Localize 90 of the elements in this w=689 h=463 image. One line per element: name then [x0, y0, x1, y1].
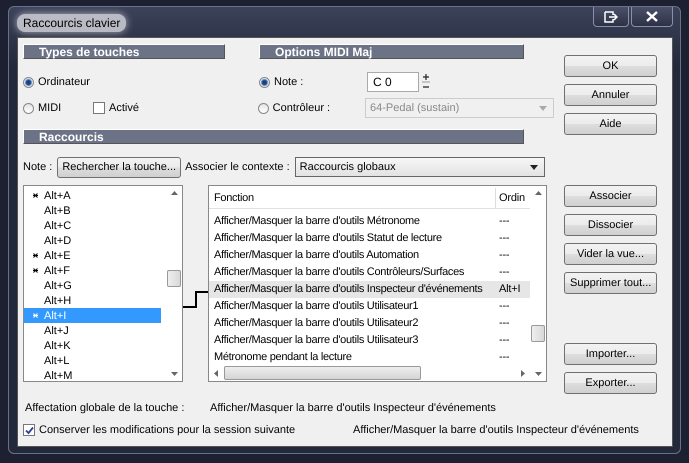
table-cell-text: Afficher/Masquer la barre d'outils Inspecteur d'événements — [213, 283, 484, 296]
key-item[interactable]: Alt+E — [24, 248, 161, 263]
scroll-thumb[interactable] — [167, 270, 181, 287]
key-item[interactable]: Alt+G — [24, 278, 161, 293]
column-header[interactable]: Fonction — [209, 188, 496, 208]
dialog-button[interactable]: Annuler — [564, 84, 657, 106]
dropdown-arrow-icon — [530, 164, 538, 170]
file-button[interactable]: Exporter... — [564, 372, 657, 394]
radio-label: Ordinateur — [38, 76, 90, 88]
key-item[interactable]: Alt+H — [24, 293, 161, 308]
table-row[interactable]: Afficher/Masquer la barre d'outils Automation --- — [209, 246, 530, 264]
scroll-up-icon[interactable] — [534, 191, 542, 195]
key-item[interactable]: Alt+K — [24, 338, 161, 353]
column-header[interactable]: Ordin — [496, 188, 530, 208]
status-text: Afficher/Masquer la barre d'outils Inspecteur d'événements — [353, 424, 639, 436]
table-cell-text: Afficher/Masquer la barre d'outils Utilisateur3 — [213, 334, 420, 346]
note-field[interactable]: C 0 — [367, 72, 419, 92]
scroll-thumb[interactable] — [531, 325, 545, 342]
table-cell-text: --- — [498, 316, 510, 329]
key-item[interactable]: Alt+J — [24, 323, 161, 338]
table-cell-text: --- — [498, 266, 510, 278]
close-icon — [646, 11, 658, 22]
table-row[interactable]: Afficher/Masquer la barre d'outils Métronome --- — [209, 213, 530, 230]
restore-icon — [604, 10, 618, 22]
scroll-thumb[interactable] — [224, 366, 421, 380]
scroll-up-icon[interactable] — [170, 191, 178, 195]
action-button[interactable]: Dissocier — [564, 214, 657, 236]
global-assignment-value: Afficher/Masquer la barre d'outils Inspecteur d'événements — [210, 402, 496, 414]
global-assignment-label: Affectation globale de la touche : — [25, 402, 186, 414]
radio-label: Note : — [274, 76, 304, 88]
table-row[interactable]: Métronome pendant la lecture --- — [209, 348, 530, 366]
dialog-button[interactable]: Aide — [564, 113, 657, 135]
table-cell-text: Afficher/Masquer la barre d'outils Statut de lecture — [213, 232, 443, 244]
table-row[interactable]: Afficher/Masquer la barre d'outils Utilisateur3 --- — [209, 331, 530, 348]
context-label: Associer le contexte : — [185, 161, 290, 173]
radio-button[interactable] — [23, 102, 34, 114]
key-item[interactable]: Alt+A — [24, 188, 161, 203]
file-button[interactable]: Importer... — [564, 343, 657, 365]
table-cell-text: --- — [498, 300, 510, 312]
table-cell-text: Afficher/Masquer la barre d'outils Utilisateur2 — [213, 316, 420, 329]
radio-label: MIDI — [38, 102, 62, 114]
table-cell-text: Afficher/Masquer la barre d'outils Automation — [213, 249, 420, 262]
action-button[interactable]: Supprimer tout... — [564, 272, 657, 294]
section-header: Types de touches — [23, 44, 225, 59]
table-cell-text: --- — [498, 334, 510, 346]
radio-button[interactable] — [259, 76, 270, 88]
dropdown-arrow-icon — [539, 106, 547, 110]
key-item[interactable]: Alt+D — [24, 233, 161, 248]
note-label: Note : — [23, 161, 52, 173]
dialog-button[interactable]: OK — [564, 55, 657, 77]
table-cell-text: Afficher/Masquer la barre d'outils Contrôleurs/Surfaces — [213, 266, 466, 278]
scroll-right-icon[interactable] — [521, 370, 525, 377]
checkbox-label: Conserver les modifications pour la session suivante — [39, 424, 296, 436]
table-cell-text: --- — [498, 215, 510, 228]
restore-button[interactable] — [593, 7, 629, 27]
table-cell-text: --- — [498, 232, 510, 244]
checkbox-label: Activé — [109, 102, 139, 114]
key-item[interactable]: Alt+B — [24, 203, 161, 218]
find-key-button[interactable]: Rechercher la touche... — [57, 156, 182, 178]
section-header: Options MIDI Maj — [259, 44, 524, 59]
table-cell-text: Afficher/Masquer la barre d'outils Métronome — [213, 215, 421, 228]
section-header: Raccourcis — [23, 129, 524, 144]
close-button[interactable] — [631, 7, 673, 27]
key-item[interactable]: Alt+F — [24, 263, 161, 278]
table-cell-text: Alt+I — [498, 283, 522, 296]
action-button[interactable]: Associer — [564, 185, 657, 207]
table-row[interactable]: Afficher/Masquer la barre d'outils Utilisateur1 --- — [209, 298, 530, 315]
checkbox[interactable] — [23, 424, 35, 436]
scroll-down-icon[interactable] — [534, 372, 542, 376]
action-button[interactable]: Vider la vue... — [564, 243, 657, 265]
scroll-left-icon[interactable] — [214, 370, 218, 377]
table-row[interactable]: Afficher/Masquer la barre d'outils Contrôleurs/Surfaces --- — [209, 264, 530, 281]
checkbox[interactable] — [93, 102, 105, 114]
table-row[interactable]: Afficher/Masquer la barre d'outils Statut de lecture --- — [209, 230, 530, 247]
table-row[interactable]: Afficher/Masquer la barre d'outils Utilisateur2 --- — [209, 314, 530, 332]
radio-option[interactable]: Ordinateur — [23, 76, 90, 88]
connector-line — [183, 291, 208, 308]
key-item[interactable]: Alt+C — [24, 218, 161, 233]
table-row[interactable]: Afficher/Masquer la barre d'outils Inspecteur d'événements Alt+I — [209, 280, 530, 298]
table-cell-text: --- — [498, 350, 510, 363]
scroll-down-icon[interactable] — [170, 372, 178, 376]
table-cell-text: Métronome pendant la lecture — [213, 350, 353, 363]
window-title: Raccourcis clavier — [17, 14, 126, 32]
table-cell-text: Afficher/Masquer la barre d'outils Utilisateur1 — [213, 300, 420, 312]
table-cell-text: --- — [498, 249, 510, 262]
key-item[interactable]: Alt+L — [24, 353, 161, 368]
context-dropdown[interactable]: Raccourcis globaux — [294, 157, 545, 177]
radio-label: Contrôleur : — [272, 102, 330, 114]
radio-button[interactable] — [23, 76, 34, 88]
key-item[interactable]: Alt+M — [24, 368, 161, 383]
